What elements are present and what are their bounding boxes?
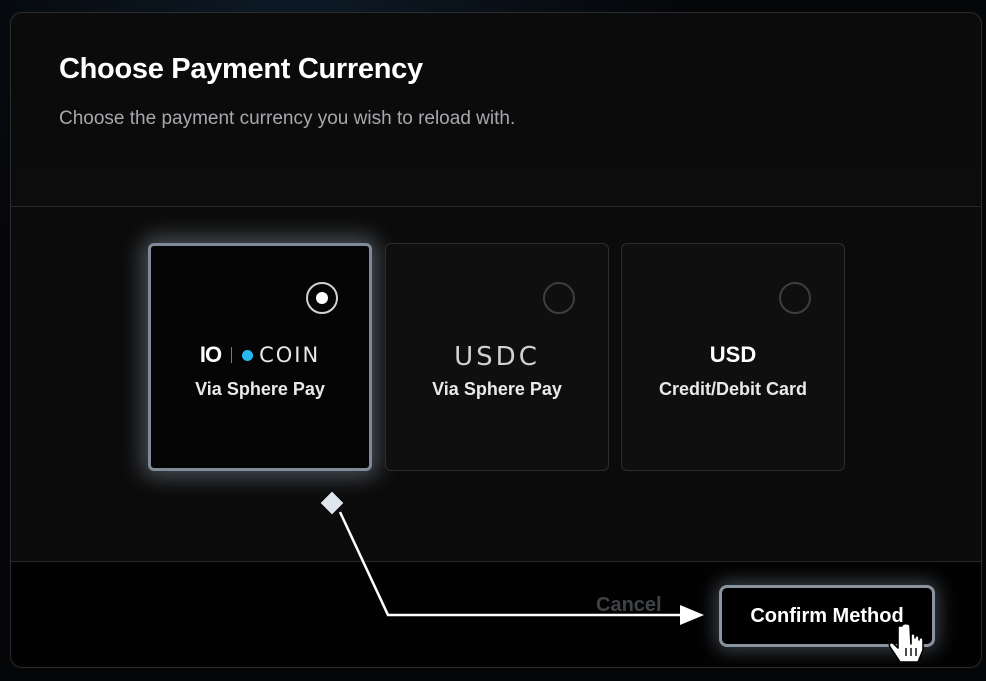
option-subtitle: Via Sphere Pay bbox=[432, 379, 562, 399]
option-card-usdc[interactable]: USDC Via Sphere Pay bbox=[385, 243, 609, 471]
confirm-method-button[interactable]: Confirm Method bbox=[719, 585, 935, 647]
radio-button-selected[interactable] bbox=[306, 282, 338, 314]
dialog-subtitle: Choose the payment currency you wish to … bbox=[59, 108, 516, 129]
option-subtitle: Via Sphere Pay bbox=[195, 379, 325, 399]
radio-dot bbox=[316, 292, 328, 304]
coin-wordmark: COIN bbox=[259, 343, 321, 367]
usd-label: USD bbox=[709, 342, 757, 367]
usdc-logo: USDC bbox=[386, 342, 608, 372]
io-coin-logo: IO COIN bbox=[151, 342, 369, 368]
radio-button[interactable] bbox=[543, 282, 575, 314]
io-logo-mark: IO bbox=[199, 342, 222, 367]
dialog-header: Choose Payment Currency Choose the payme… bbox=[11, 13, 981, 170]
radio-button[interactable] bbox=[779, 282, 811, 314]
usdc-wordmark: USDC bbox=[454, 342, 540, 372]
dialog-title: Choose Payment Currency bbox=[59, 53, 423, 85]
option-subtitle: Credit/Debit Card bbox=[658, 379, 808, 399]
logo-separator bbox=[231, 347, 233, 363]
cancel-button[interactable]: Cancel bbox=[596, 594, 662, 617]
dialog-divider-band bbox=[11, 169, 981, 207]
coin-dot-icon bbox=[242, 349, 254, 361]
option-card-usd[interactable]: USD Credit/Debit Card bbox=[621, 243, 845, 471]
option-card-io-coin[interactable]: IO COIN Via Sphere Pay bbox=[148, 243, 372, 471]
